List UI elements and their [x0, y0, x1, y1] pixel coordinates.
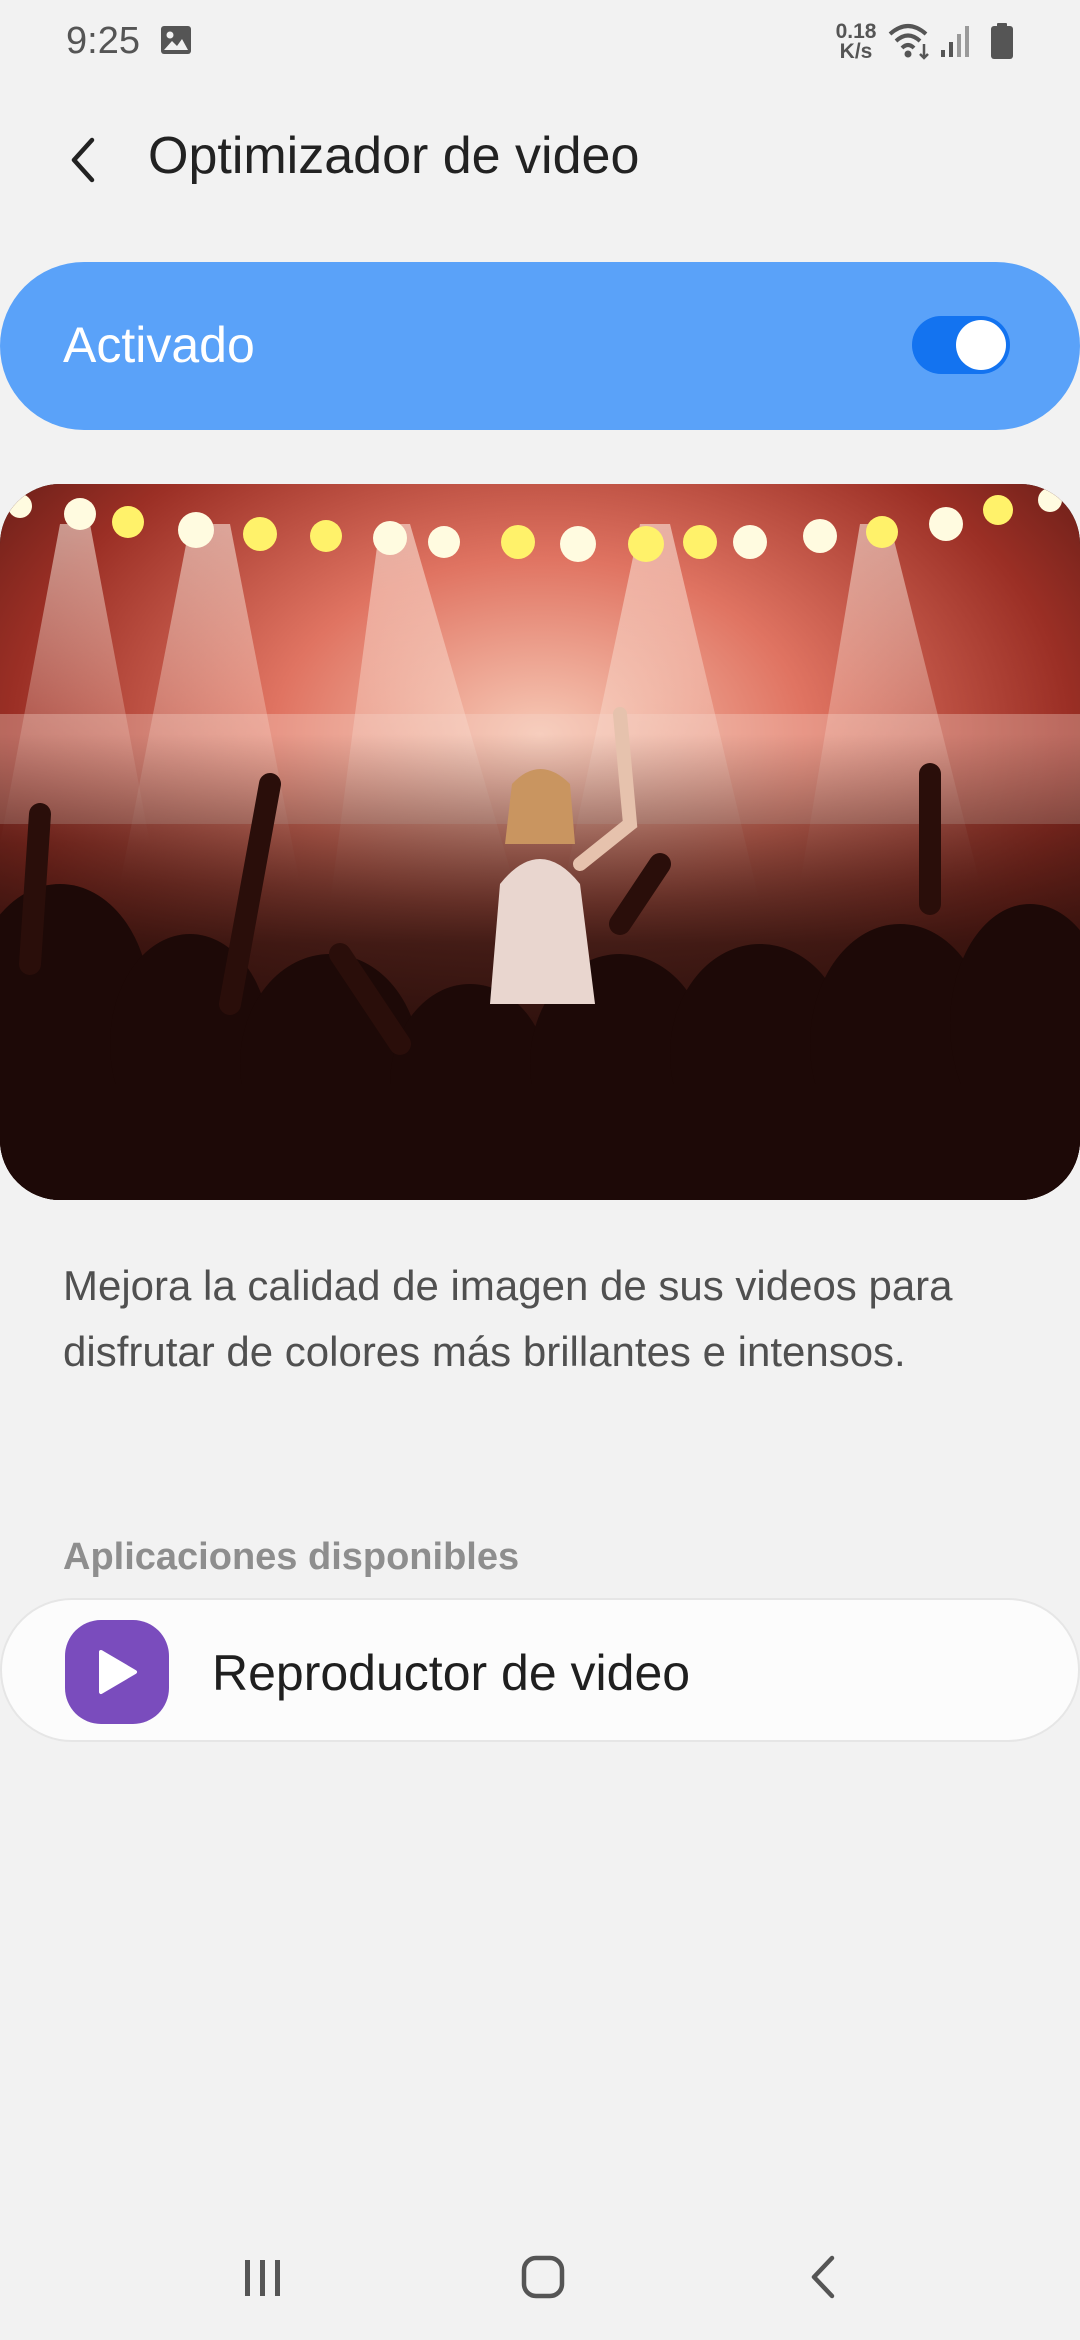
video-player-app-icon	[65, 1620, 169, 1724]
home-button[interactable]	[520, 2254, 566, 2305]
video-player-label: Reproductor de video	[212, 1645, 691, 1701]
recents-button[interactable]	[242, 2256, 284, 2305]
hero-image	[0, 484, 1080, 1200]
wifi-icon	[888, 22, 932, 65]
net-speed-unit: K/s	[839, 40, 873, 63]
gallery-icon	[160, 25, 192, 60]
screen: 9:25 0.18 K/s Optimizador de video Activ…	[0, 0, 1080, 2340]
concert-crowd-photo	[0, 484, 1080, 1200]
navigation-bar	[0, 2230, 1080, 2340]
battery-icon	[990, 22, 1014, 65]
recents-icon	[245, 2260, 280, 2296]
net-speed-value: 0.18	[835, 20, 877, 43]
status-bar: 9:25 0.18 K/s	[0, 0, 1080, 86]
home-icon	[521, 2255, 565, 2299]
list-item-video-player[interactable]: Reproductor de video	[0, 1598, 1080, 1742]
chevron-left-icon	[71, 137, 95, 183]
app-bar: Optimizador de video	[0, 110, 1080, 206]
play-icon	[99, 1650, 137, 1694]
section-header-available-apps: Aplicaciones disponibles	[63, 1536, 520, 1578]
status-time: 9:25	[66, 20, 140, 62]
signal-icon	[940, 24, 972, 63]
back-button[interactable]	[48, 124, 120, 196]
back-icon	[811, 2255, 835, 2299]
switch-knob	[956, 320, 1006, 370]
page-title: Optimizador de video	[148, 127, 640, 185]
net-speed: 0.18 K/s	[828, 20, 884, 63]
master-switch[interactable]	[912, 316, 1010, 374]
master-toggle-label: Activado	[63, 317, 255, 373]
master-toggle-card[interactable]: Activado	[0, 262, 1080, 430]
description-text: Mejora la calidad de imagen de sus video…	[63, 1262, 953, 1375]
nav-back-button[interactable]	[806, 2254, 842, 2305]
